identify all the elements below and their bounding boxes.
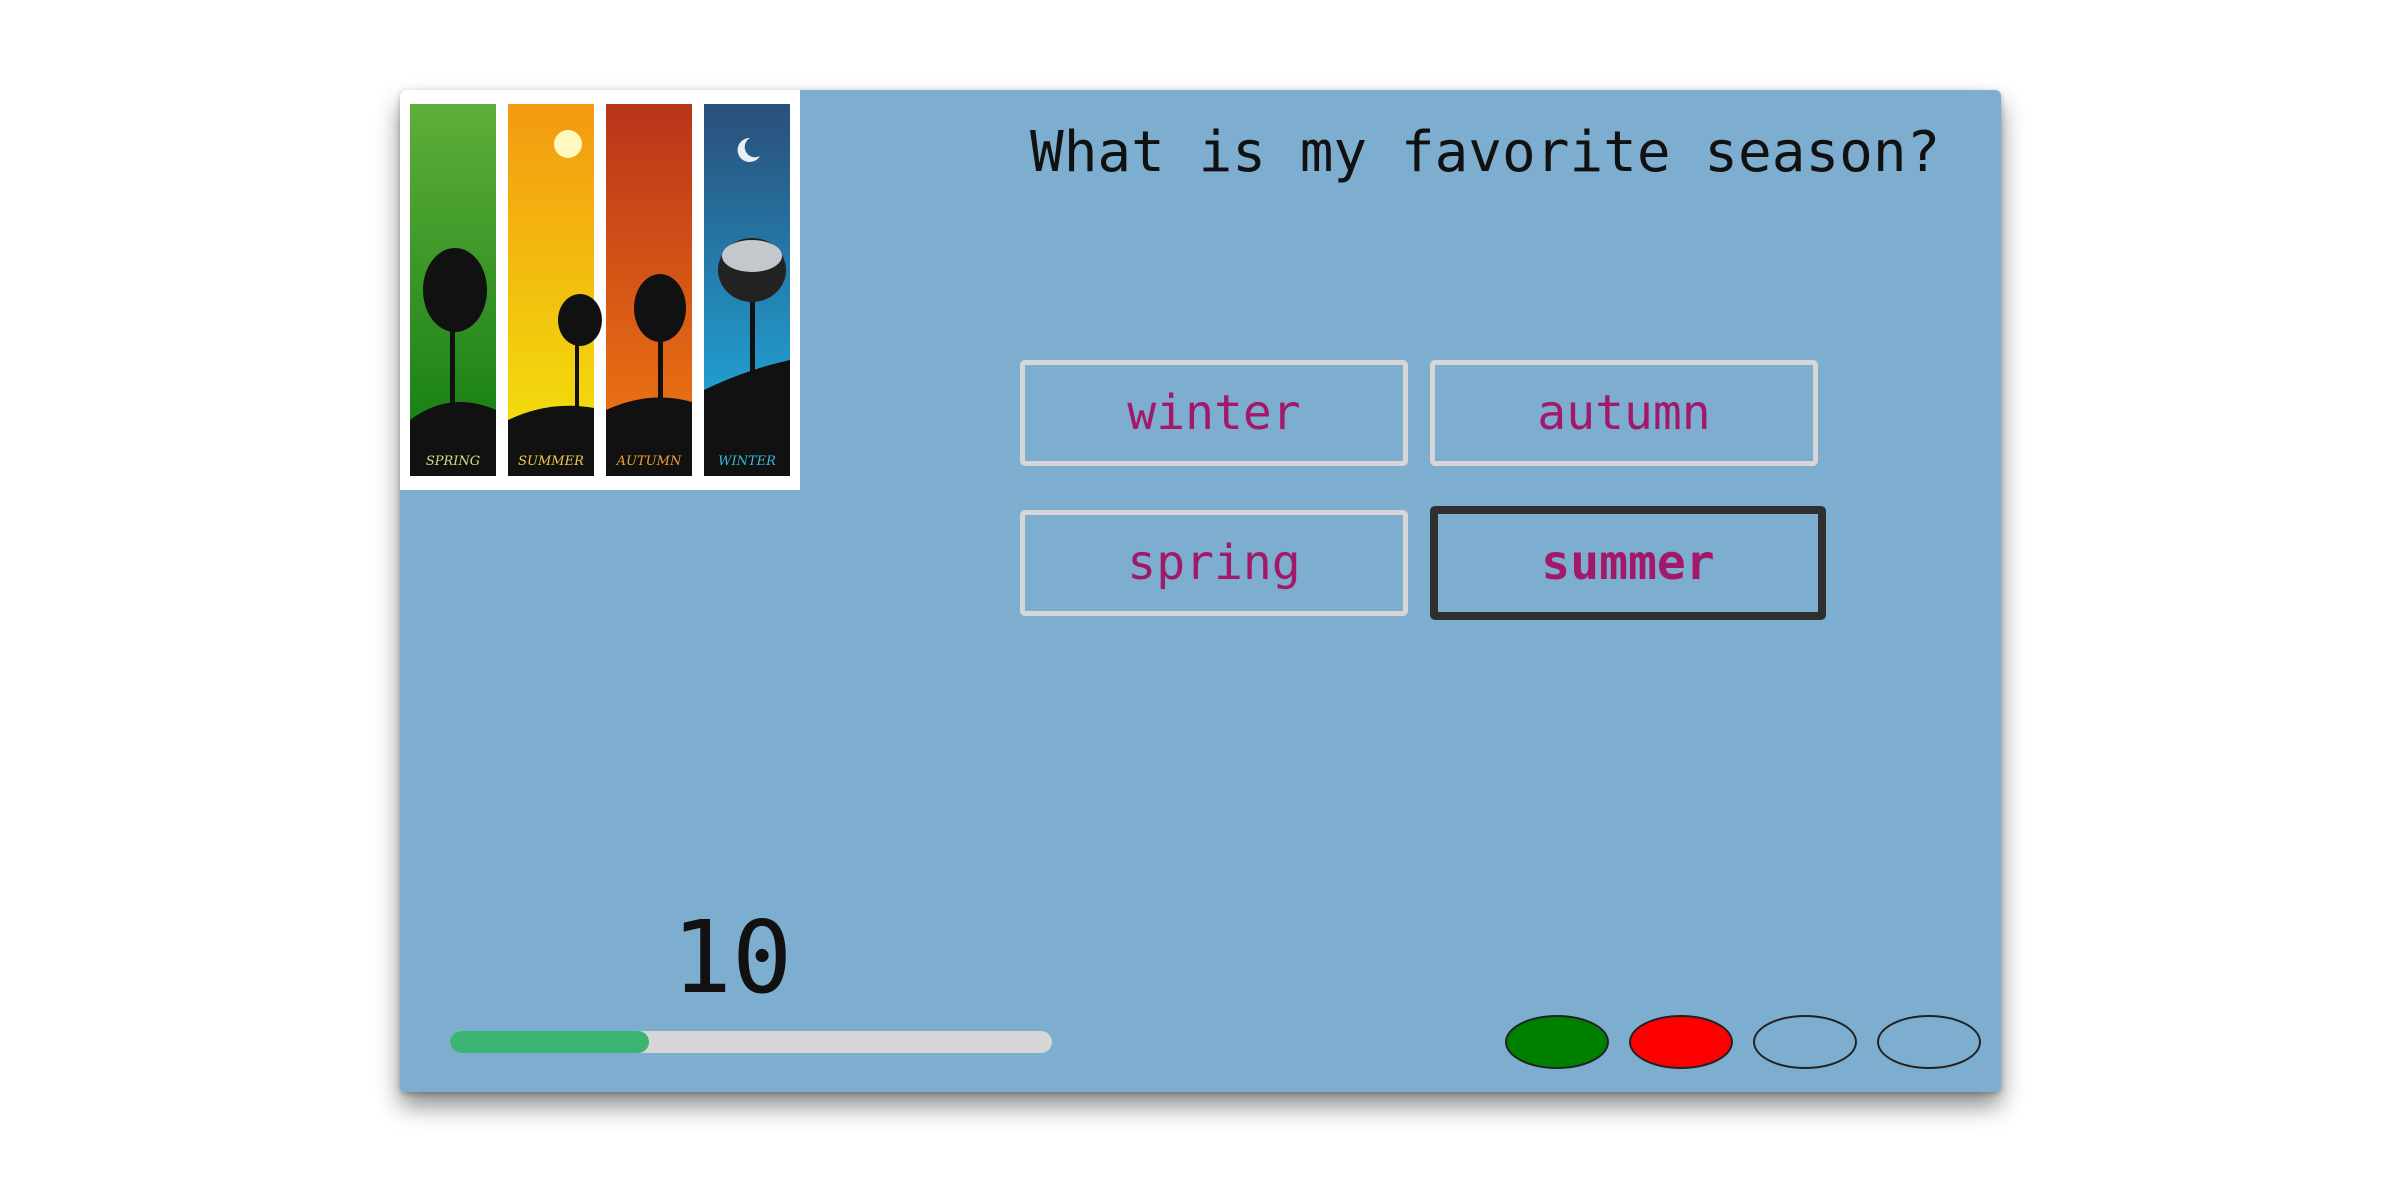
timer-progress-fill bbox=[450, 1031, 649, 1053]
option-spring-button[interactable]: spring bbox=[1020, 510, 1408, 616]
option-label: winter bbox=[1127, 385, 1301, 441]
answer-indicator-2 bbox=[1629, 1015, 1733, 1069]
option-label: summer bbox=[1541, 535, 1715, 591]
answer-indicator-3 bbox=[1753, 1015, 1857, 1069]
panel-label-winter: WINTER bbox=[718, 454, 776, 469]
option-summer-button[interactable]: summer bbox=[1430, 506, 1826, 620]
panel-label-summer: SUMMER bbox=[518, 454, 584, 469]
question-text: What is my favorite season? bbox=[1030, 120, 1941, 185]
seasons-image: SPRING SUMMER AUTUMN WINTER bbox=[400, 90, 800, 490]
answer-indicator-1 bbox=[1505, 1015, 1609, 1069]
option-label: spring bbox=[1127, 535, 1301, 591]
timer-progress-bar bbox=[450, 1031, 1052, 1053]
timer-countdown: 10 bbox=[671, 899, 793, 1016]
option-autumn-button[interactable]: autumn bbox=[1430, 360, 1818, 466]
panel-label-spring: SPRING bbox=[426, 454, 480, 469]
option-label: autumn bbox=[1537, 385, 1711, 441]
quiz-card: SPRING SUMMER AUTUMN WINTER What is my f… bbox=[400, 90, 2001, 1092]
seasons-illustration: SPRING SUMMER AUTUMN WINTER bbox=[410, 104, 790, 476]
answer-indicator-4 bbox=[1877, 1015, 1981, 1069]
option-winter-button[interactable]: winter bbox=[1020, 360, 1408, 466]
panel-label-autumn: AUTUMN bbox=[616, 454, 682, 469]
